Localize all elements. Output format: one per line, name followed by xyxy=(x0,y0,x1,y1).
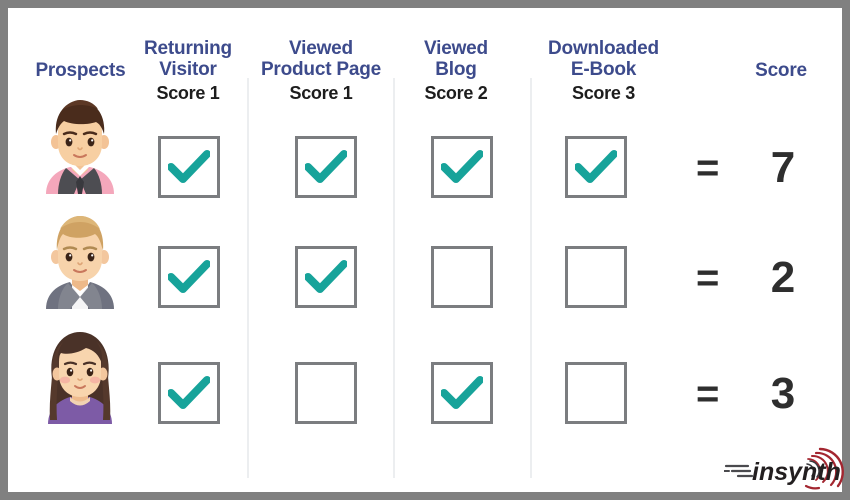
column-score-downloaded-ebook: Score 3 xyxy=(572,82,635,103)
column-title-downloaded-ebook: Downloaded E-Book xyxy=(548,38,659,81)
check-icon xyxy=(305,150,347,183)
column-title-returning-visitor: Returning Visitor xyxy=(144,38,232,81)
insynth-wordmark: insynth xyxy=(752,458,841,486)
checkbox-row-3-downloaded-ebook[interactable] xyxy=(565,362,627,424)
outer-frame: Prospects Returning Visitor Score 1 View… xyxy=(0,0,850,500)
checkbox-row-3-viewed-product-page[interactable] xyxy=(295,362,357,424)
column-title-viewed-blog: Viewed Blog xyxy=(424,38,488,81)
avatar-man-grey-suit-icon xyxy=(46,216,114,309)
column-title-viewed-product-page: Viewed Product Page xyxy=(260,38,382,81)
scoring-table: Prospects Returning Visitor Score 1 View… xyxy=(8,8,844,492)
insynth-logo: insynth xyxy=(724,444,848,496)
column-header-viewed-product-page: Viewed Product Page Score 1 xyxy=(256,38,386,103)
column-divider-3 xyxy=(530,78,532,478)
checkbox-row-2-downloaded-ebook[interactable] xyxy=(565,246,627,308)
checkbox-row-2-viewed-blog[interactable] xyxy=(431,246,493,308)
checkbox-row-1-viewed-blog[interactable] xyxy=(431,136,493,198)
avatar-man-pink-shirt-icon xyxy=(46,100,114,194)
column-header-viewed-blog: Viewed Blog Score 2 xyxy=(400,38,512,103)
checkbox-row-3-returning-visitor[interactable] xyxy=(158,362,220,424)
check-icon xyxy=(168,150,210,183)
checkbox-row-2-returning-visitor[interactable] xyxy=(158,246,220,308)
avatar-row-3 xyxy=(36,328,124,424)
check-icon xyxy=(441,376,483,409)
column-title-prospects: Prospects xyxy=(35,60,126,81)
check-icon xyxy=(168,260,210,293)
check-icon xyxy=(168,376,210,409)
column-divider-1 xyxy=(247,78,249,478)
checkbox-row-1-viewed-product-page[interactable] xyxy=(295,136,357,198)
column-header-downloaded-ebook: Downloaded E-Book Score 3 xyxy=(526,38,681,103)
checkbox-row-1-downloaded-ebook[interactable] xyxy=(565,136,627,198)
column-score-viewed-product-page: Score 1 xyxy=(289,82,353,103)
score-value-row-1: 7 xyxy=(770,143,796,192)
column-divider-2 xyxy=(393,78,395,478)
score-value-row-3: 3 xyxy=(770,369,796,418)
column-score-returning-visitor: Score 1 xyxy=(156,82,220,103)
avatar-row-1 xyxy=(36,98,124,194)
insynth-logo-icon: insynth xyxy=(724,447,844,490)
equals-sign-row-1: = xyxy=(696,146,720,190)
column-header-score: Score xyxy=(736,60,826,81)
checkbox-row-1-returning-visitor[interactable] xyxy=(158,136,220,198)
column-score-viewed-blog: Score 2 xyxy=(424,82,488,103)
avatar-row-2 xyxy=(36,213,124,309)
column-header-prospects: Prospects xyxy=(18,60,143,81)
check-icon xyxy=(575,150,617,183)
score-value-row-2: 2 xyxy=(770,253,796,302)
column-title-score: Score xyxy=(755,60,807,81)
checkbox-row-3-viewed-blog[interactable] xyxy=(431,362,493,424)
checkbox-row-2-viewed-product-page[interactable] xyxy=(295,246,357,308)
avatar-woman-purple-top-icon xyxy=(48,332,112,424)
check-icon xyxy=(441,150,483,183)
column-header-returning-visitor: Returning Visitor Score 1 xyxy=(133,38,243,103)
equals-sign-row-2: = xyxy=(696,256,720,300)
check-icon xyxy=(305,260,347,293)
equals-sign-row-3: = xyxy=(696,372,720,416)
